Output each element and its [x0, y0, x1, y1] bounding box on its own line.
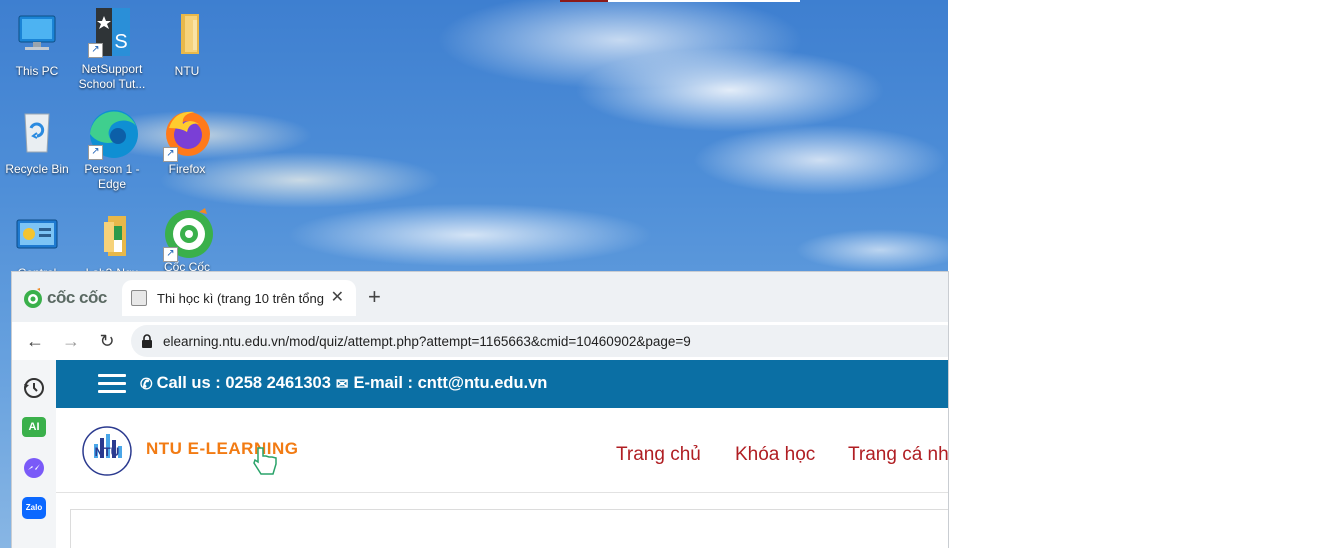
web-page: ✆ Call us : 0258 2461303 ✉ E-mail : cntt…: [56, 360, 948, 548]
coccoc-icon: ↗: [163, 206, 213, 262]
mail-icon: ✉: [335, 375, 349, 393]
browser-window: cốc cốc Thi học kì (trang 10 trên tổng ✕…: [12, 272, 948, 548]
url-text[interactable]: elearning.ntu.edu.vn/mod/quiz/attempt.ph…: [163, 334, 691, 349]
tab-title: Thi học kì (trang 10 trên tổng: [157, 290, 324, 306]
tab-bar: cốc cốc Thi học kì (trang 10 trên tổng ✕…: [12, 272, 948, 322]
hamburger-menu-icon[interactable]: [98, 374, 126, 394]
browser-toolbar: ← → ↻ elearning.ntu.edu.vn/mod/quiz/atte…: [12, 322, 948, 360]
address-bar[interactable]: elearning.ntu.edu.vn/mod/quiz/attempt.ph…: [131, 325, 948, 357]
page-favicon-icon: [131, 290, 147, 306]
desktop-icon-this-pc[interactable]: This PC: [0, 10, 74, 79]
shortcut-arrow-icon: ↗: [163, 247, 178, 262]
desktop-icon-firefox[interactable]: ↗ Firefox: [150, 108, 224, 177]
messenger-icon[interactable]: [22, 456, 46, 480]
desktop-icon-label: Firefox: [168, 162, 206, 176]
pointing-hand-icon: [253, 447, 277, 475]
browser-sidebar: AI Zalo: [12, 360, 56, 548]
contact-info: ✆ Call us : 0258 2461303 ✉ E-mail : cntt…: [140, 374, 547, 393]
nav-link-trang-ca-nhan[interactable]: Trang cá nh: [848, 444, 948, 466]
lock-icon[interactable]: [141, 334, 153, 348]
firefox-icon: ↗: [163, 108, 211, 162]
site-topbar: ✆ Call us : 0258 2461303 ✉ E-mail : cntt…: [56, 360, 948, 408]
close-tab-icon[interactable]: ✕: [331, 289, 344, 307]
zalo-icon[interactable]: Zalo: [22, 497, 46, 519]
brand-text: cốc cốc: [47, 288, 107, 307]
forward-button[interactable]: →: [59, 329, 83, 353]
history-icon[interactable]: [22, 376, 46, 400]
folder-file-icon: [88, 212, 136, 260]
desktop-icon-ntu-folder[interactable]: NTU: [150, 10, 224, 79]
site-header: NTU NTU E-LEARNING Trang chủ Khóa học Tr…: [56, 408, 948, 493]
control-panel-icon: [13, 212, 61, 260]
ai-icon[interactable]: AI: [22, 417, 46, 437]
desktop-icon-edge[interactable]: ↗ Person 1 - Edge: [75, 108, 149, 192]
ntu-logo-icon[interactable]: NTU: [82, 426, 132, 476]
folder-icon: [163, 10, 211, 58]
desktop-icon-recycle-bin[interactable]: Recycle Bin: [0, 108, 74, 177]
desktop-icon-label: Person 1 - Edge: [84, 162, 140, 191]
computer-icon: [13, 10, 61, 58]
email-text: E-mail : cntt@ntu.edu.vn: [353, 374, 548, 392]
reload-button[interactable]: ↻: [95, 329, 119, 353]
tab-active[interactable]: Thi học kì (trang 10 trên tổng ✕: [122, 280, 356, 316]
desktop-icon-label: NetSupport School Tut...: [78, 62, 146, 91]
netsupport-icon: S ↗: [88, 8, 136, 58]
top-window-edge: [560, 0, 800, 2]
new-tab-button[interactable]: +: [368, 286, 381, 308]
desktop-icon-control-panel[interactable]: Control: [0, 212, 74, 281]
desktop-icon-label: NTU: [174, 64, 200, 78]
svg-text:S: S: [114, 31, 127, 53]
desktop-icon-label: This PC: [15, 64, 59, 78]
coccoc-brand[interactable]: cốc cốc: [22, 286, 107, 310]
desktop-icon-label: Recycle Bin: [5, 162, 69, 176]
shortcut-arrow-icon: ↗: [88, 43, 103, 58]
desktop-icon-coccoc[interactable]: ↗ Cốc Cốc: [150, 206, 224, 275]
back-button[interactable]: ←: [23, 329, 47, 353]
shortcut-arrow-icon: ↗: [88, 145, 103, 160]
call-text: Call us : 0258 2461303: [156, 374, 331, 392]
quiz-content-box: [70, 509, 948, 548]
svg-text:NTU: NTU: [95, 445, 120, 459]
nav-link-trang-chu[interactable]: Trang chủ: [616, 444, 701, 466]
desktop-icon-netsupport[interactable]: S ↗ NetSupport School Tut...: [75, 8, 149, 92]
recycle-bin-icon: [13, 108, 61, 156]
nav-link-khoa-hoc[interactable]: Khóa học: [735, 444, 815, 466]
phone-icon: ✆: [140, 375, 153, 393]
desktop-icon-lab3[interactable]: Lab3-Ngu: [75, 212, 149, 281]
shortcut-arrow-icon: ↗: [163, 147, 178, 162]
coccoc-logo-icon: [24, 288, 42, 308]
edge-icon: ↗: [88, 108, 138, 160]
